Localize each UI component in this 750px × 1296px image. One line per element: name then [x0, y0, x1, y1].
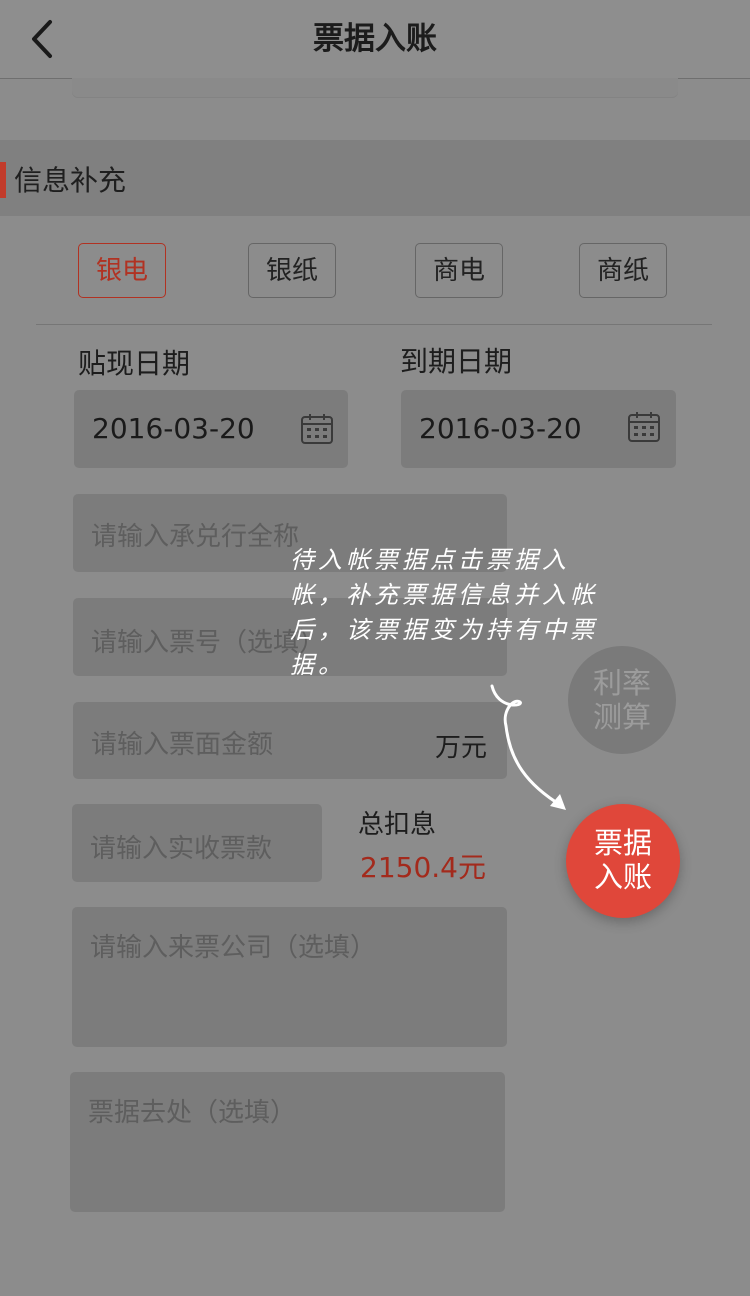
bill-destination-placeholder: 票据去处（选填） [88, 1098, 297, 1128]
rate-calculator-label-2: 测算 [592, 700, 651, 734]
page-title: 票据入账 [313, 21, 437, 57]
calendar-icon[interactable] [300, 412, 334, 446]
discount-date-label: 贴现日期 [78, 347, 191, 380]
divider [36, 324, 712, 325]
post-bill-label-1: 票据 [593, 826, 652, 860]
guide-tooltip: 待入帐票据点击票据入帐，补充票据信息并入帐后，该票据变为持有中票据。 [290, 546, 598, 679]
total-interest-label: 总扣息 [358, 810, 437, 840]
source-company-placeholder: 请输入来票公司（选填） [90, 933, 377, 963]
discount-date-value: 2016-03-20 [92, 412, 255, 445]
bill-type-commercial-electronic[interactable]: 商电 [415, 243, 503, 298]
total-interest-value: 2150.4元 [360, 851, 486, 884]
post-bill-button[interactable]: 票据 入账 [566, 804, 680, 918]
acceptor-bank-placeholder: 请输入承兑行全称 [91, 522, 300, 552]
face-amount-placeholder: 请输入票面金额 [91, 730, 274, 760]
section-title: 信息补充 [14, 164, 127, 197]
source-company-input[interactable]: 请输入来票公司（选填） [72, 907, 507, 1047]
bill-type-bank-paper[interactable]: 银纸 [248, 243, 336, 298]
bill-destination-input[interactable]: 票据去处（选填） [70, 1072, 505, 1212]
page: 票据入账 信息补充 银电 银纸 商电 商纸 贴现日期 到期日期 2016-03-… [0, 0, 750, 1296]
due-date-label: 到期日期 [400, 345, 513, 378]
due-date-field[interactable]: 2016-03-20 [401, 390, 676, 468]
post-bill-label-2: 入账 [593, 860, 652, 894]
discount-date-field[interactable]: 2016-03-20 [74, 390, 348, 468]
guide-arrow-icon [490, 684, 566, 810]
due-date-value: 2016-03-20 [419, 412, 582, 445]
bill-type-commercial-paper[interactable]: 商纸 [579, 243, 667, 298]
bill-type-bank-electronic[interactable]: 银电 [78, 243, 166, 298]
section-accent-bar [0, 162, 6, 198]
received-amount-input[interactable]: 请输入实收票款 [72, 804, 322, 882]
top-field[interactable] [72, 78, 678, 98]
calendar-icon[interactable] [627, 410, 661, 444]
received-amount-placeholder: 请输入实收票款 [90, 834, 273, 864]
nav-bar: 票据入账 [0, 0, 750, 79]
